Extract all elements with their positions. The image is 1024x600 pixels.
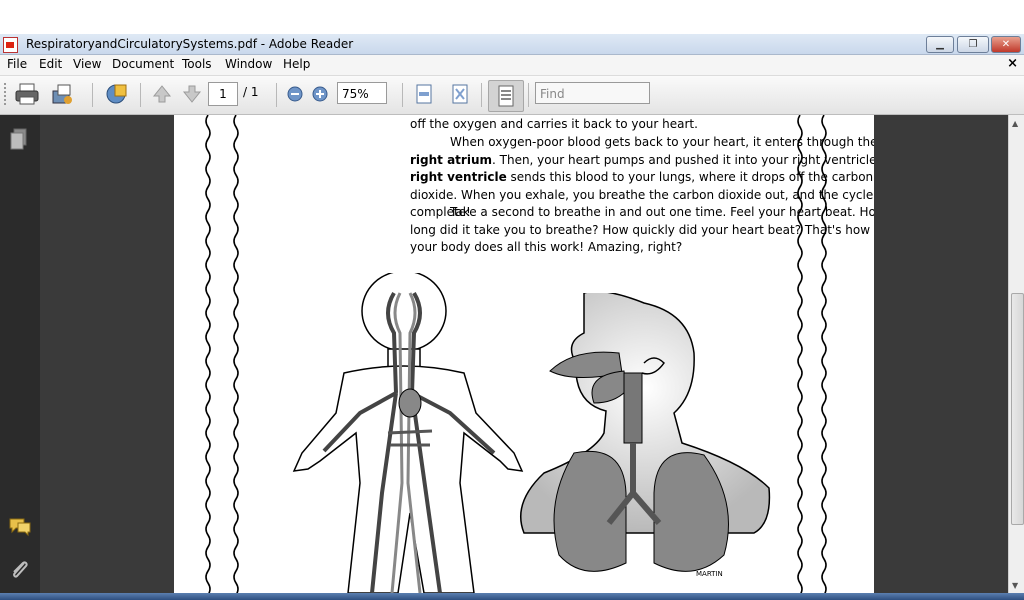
- menu-view[interactable]: View: [73, 57, 101, 71]
- comments-icon[interactable]: [8, 517, 32, 537]
- menu-file[interactable]: File: [7, 57, 27, 71]
- menu-help[interactable]: Help: [283, 57, 310, 71]
- toolbar-separator: [402, 83, 403, 107]
- fit-width-icon[interactable]: [413, 82, 435, 106]
- vertical-scrollbar[interactable]: ▲ ▼: [1008, 115, 1024, 593]
- maximize-button[interactable]: ❐: [957, 36, 989, 53]
- menu-edit[interactable]: Edit: [39, 57, 62, 71]
- toolbar-separator: [528, 83, 529, 107]
- zoom-in-icon[interactable]: [311, 82, 329, 106]
- scroll-thumb[interactable]: [1011, 293, 1024, 525]
- window-title: RespiratoryandCirculatorySystems.pdf - A…: [26, 37, 354, 51]
- collaborate-icon[interactable]: [103, 82, 129, 106]
- reading-mode-icon: [498, 85, 514, 107]
- close-button[interactable]: ✕: [991, 36, 1021, 53]
- toolbar: ▼ ▼ ▼: [0, 76, 1024, 176]
- desktop-top-strip: [0, 0, 1024, 34]
- term-right-atrium: right atrium: [410, 152, 492, 167]
- term-right-ventricle: right ventricle: [410, 170, 507, 184]
- toolbar-separator: [92, 83, 93, 107]
- previous-page-icon[interactable]: [150, 82, 174, 106]
- zoom-level-select[interactable]: 75%: [337, 82, 387, 104]
- fit-page-icon[interactable]: [449, 82, 471, 106]
- scroll-down-icon[interactable]: ▼: [1012, 581, 1018, 590]
- scroll-up-icon[interactable]: ▲: [1012, 119, 1018, 128]
- attachments-icon[interactable]: [9, 558, 31, 582]
- menu-document[interactable]: Document: [112, 57, 174, 71]
- menu-tools[interactable]: Tools: [182, 57, 212, 71]
- menu-window[interactable]: Window: [225, 57, 272, 71]
- respiratory-system-illustration: [520, 293, 771, 572]
- zoom-out-icon[interactable]: [286, 82, 304, 106]
- menu-bar: File Edit View Document Tools Window Hel…: [0, 55, 1024, 76]
- adobe-reader-icon: [3, 37, 18, 53]
- toolbar-separator: [276, 83, 277, 107]
- attach-email-icon[interactable]: [50, 82, 76, 106]
- toolbar-separator: [140, 83, 141, 107]
- circulatory-system-illustration: [292, 273, 524, 593]
- minimize-button[interactable]: ▁: [926, 36, 954, 53]
- find-input[interactable]: Find: [535, 82, 650, 104]
- document-area: off the oxygen and carries it back to yo…: [40, 115, 1008, 593]
- taskbar: [0, 593, 1024, 600]
- page-number-input[interactable]: 1: [208, 82, 238, 106]
- pdf-page: off the oxygen and carries it back to yo…: [174, 115, 874, 593]
- paragraph-breathe: Take a second to breathe in and out one …: [410, 205, 874, 254]
- navigation-panel: [0, 115, 40, 600]
- print-icon[interactable]: [14, 82, 40, 106]
- illustrator-credit: MARTIN: [696, 570, 723, 578]
- pages-icon[interactable]: [9, 127, 29, 151]
- close-document-button[interactable]: ×: [1007, 56, 1018, 71]
- title-bar: RespiratoryandCirculatorySystems.pdf - A…: [0, 34, 1024, 55]
- toolbar-grip: [4, 83, 6, 107]
- toolbar-separator: [481, 83, 482, 107]
- paragraph-line: off the oxygen and carries it back to yo…: [410, 117, 698, 131]
- reading-mode-toggle[interactable]: [488, 80, 524, 112]
- next-page-icon[interactable]: [180, 82, 204, 106]
- page-count: / 1: [243, 85, 259, 99]
